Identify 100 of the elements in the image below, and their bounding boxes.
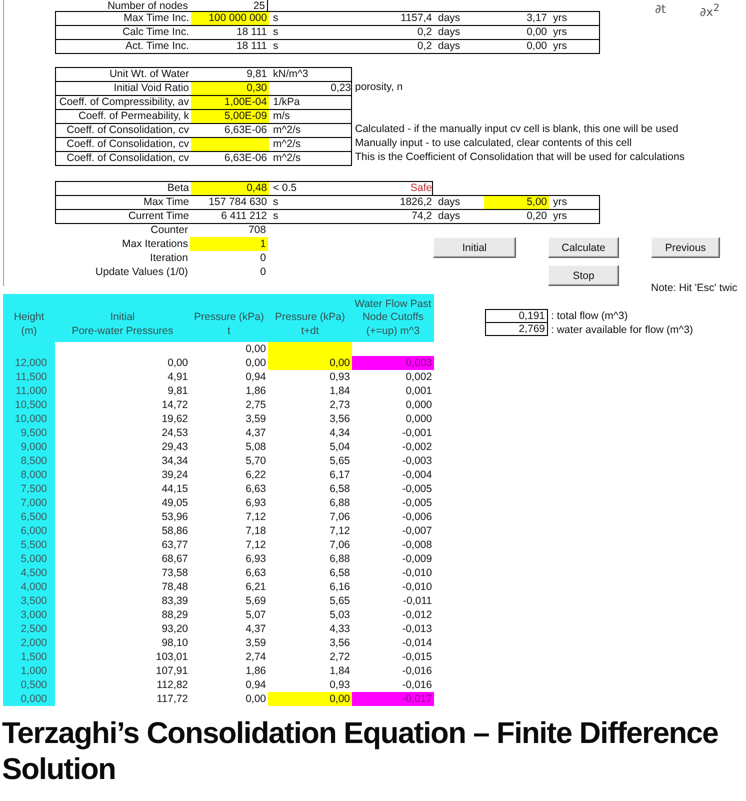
unit-label: s bbox=[272, 40, 280, 53]
row-label: Iteration bbox=[149, 251, 189, 265]
height-cell: 11,500 bbox=[3, 370, 55, 384]
table-cell-text: 7,06 bbox=[328, 510, 351, 524]
unit-label: yrs bbox=[552, 40, 568, 53]
macro-button[interactable]: Initial bbox=[433, 237, 516, 258]
height-cell: 4,500 bbox=[3, 566, 55, 580]
table-cell-text: 7,06 bbox=[328, 538, 351, 552]
row-label: Number of nodes bbox=[106, 0, 189, 12]
table-cell-text: -0,010 bbox=[401, 566, 433, 580]
table-cell-text: 3,56 bbox=[328, 412, 351, 426]
table-cell-text: 6,63 bbox=[244, 566, 267, 580]
value-text: 708 bbox=[247, 223, 267, 237]
height-cell: 2,000 bbox=[3, 636, 55, 650]
equation-text: ∂x$^{2}$ bbox=[700, 2, 720, 19]
height-cell: 6,500 bbox=[3, 510, 55, 524]
table-cell-text: -0,005 bbox=[401, 496, 433, 510]
value-cell: 2,769 bbox=[485, 323, 548, 336]
table-cell-text: 6,88 bbox=[328, 552, 351, 566]
unit-label: yrs bbox=[552, 210, 568, 223]
table-cell-text: -0,009 bbox=[401, 552, 433, 566]
value-text: 18 111 bbox=[235, 26, 268, 39]
input-cell[interactable]: 1 bbox=[190, 237, 268, 251]
table-cell-text: 4,33 bbox=[328, 622, 351, 636]
table-cell-text: 29,43 bbox=[160, 440, 189, 454]
height-cell: 3,000 bbox=[3, 608, 55, 622]
table-cell-text: -0,012 bbox=[401, 608, 433, 622]
unit-label: days bbox=[437, 210, 462, 223]
macro-button[interactable]: Calculate bbox=[548, 237, 619, 258]
row-label: Update Values (1/0) bbox=[94, 265, 189, 279]
row-label: Counter bbox=[150, 223, 189, 237]
table-cell-text: -0,001 bbox=[401, 426, 433, 440]
table-cell-text: -0,005 bbox=[401, 482, 433, 496]
table-cell-text: 117,72 bbox=[156, 692, 189, 706]
height-cell: 8,500 bbox=[3, 454, 55, 468]
value-text: 6 411 212 bbox=[220, 210, 268, 223]
column-header: Water Flow Past Node Cutoffs (+=up) m^3 bbox=[352, 294, 434, 342]
table-cell-text: 5,65 bbox=[328, 594, 351, 608]
summary-label: : total flow (m^3) bbox=[550, 310, 628, 322]
macro-button[interactable]: Stop bbox=[548, 265, 619, 286]
height-cell: 5,500 bbox=[3, 538, 55, 552]
table-cell-text: 7,12 bbox=[244, 510, 267, 524]
table-cell-text: 0,00 bbox=[244, 356, 267, 370]
unit-label: days bbox=[437, 26, 462, 39]
table-cell-text: 49,05 bbox=[160, 496, 189, 510]
table-cell-text: -0,003 bbox=[401, 454, 433, 468]
table-cell-text: 4,34 bbox=[328, 426, 351, 440]
column-header: Height (m) bbox=[3, 294, 55, 342]
table-cell-text: 39,24 bbox=[160, 468, 189, 482]
table-cell-text: 6,17 bbox=[328, 468, 351, 482]
column-header: Initial Pore-water Pressures bbox=[55, 294, 190, 342]
table-cell-text: 5,03 bbox=[328, 608, 351, 622]
table-cell-text: 88,29 bbox=[160, 608, 189, 622]
table-cell-text: 103,01 bbox=[154, 650, 189, 664]
table-cell-text: 0,00 bbox=[166, 356, 189, 370]
hint-text: Note: Hit 'Esc' twic bbox=[651, 282, 738, 294]
table-cell-text: 0,000 bbox=[404, 398, 433, 412]
table-cell-text: 5,04 bbox=[328, 440, 351, 454]
table-cell-text: -0,006 bbox=[401, 510, 433, 524]
row-label: Unit Wt. of Water bbox=[108, 68, 190, 81]
table-cell-text: 4,37 bbox=[244, 426, 267, 440]
article-title: Terzaghi’s Consolidation Equation – Finite Difference Solution bbox=[2, 716, 720, 788]
table-cell-text: 5,70 bbox=[244, 454, 267, 468]
unit-label: s bbox=[272, 210, 280, 223]
table-cell-text: 1,86 bbox=[244, 664, 267, 678]
table-cell-text: -0,002 bbox=[401, 440, 433, 454]
table-cell-text: 0,94 bbox=[244, 678, 267, 692]
table-cell-text: 6,58 bbox=[328, 566, 351, 580]
value-text: 0,00 bbox=[526, 40, 548, 53]
macro-button[interactable]: Previous bbox=[651, 237, 720, 258]
height-cell: 11,000 bbox=[3, 384, 55, 398]
height-cell: 3,500 bbox=[3, 594, 55, 608]
table-cell-text: 3,59 bbox=[244, 636, 267, 650]
table-cell-text: 5,07 bbox=[244, 608, 267, 622]
table-cell-text: 2,74 bbox=[244, 650, 267, 664]
table-cell-text: 3,59 bbox=[244, 412, 267, 426]
table-cell-text: 6,88 bbox=[328, 496, 351, 510]
height-cell: 10,000 bbox=[3, 412, 55, 426]
equation-text: ∂t bbox=[655, 2, 666, 16]
table-cell-text: 5,08 bbox=[244, 440, 267, 454]
note-text: Calculated - if the manually input cv cell is blank, this one will be used bbox=[354, 123, 680, 137]
table-cell-text: 2,72 bbox=[328, 650, 351, 664]
table-cell-text: 0,00 bbox=[244, 692, 267, 706]
table-cell-text: 6,58 bbox=[328, 482, 351, 496]
table-cell-text: 107,91 bbox=[154, 664, 189, 678]
unit-label: days bbox=[437, 40, 462, 53]
table-cell-text: 0,93 bbox=[328, 370, 351, 384]
height-cell: 9,000 bbox=[3, 440, 55, 454]
row-label: Act. Time Inc. bbox=[124, 40, 190, 53]
unit-label: s bbox=[272, 26, 280, 39]
value-text: 6,63E-06 bbox=[223, 152, 268, 165]
table-cell-text: 2,73 bbox=[328, 398, 351, 412]
table-cell-text: -0,011 bbox=[402, 594, 433, 608]
height-cell: 9,500 bbox=[3, 426, 55, 440]
table-cell-text: -0,014 bbox=[401, 636, 433, 650]
table-cell-text: 6,22 bbox=[244, 468, 267, 482]
height-cell: 12,000 bbox=[3, 356, 55, 370]
table-cell-text: -0,016 bbox=[401, 664, 433, 678]
table-cell-text: 2,75 bbox=[244, 398, 267, 412]
value-text: 0,00 bbox=[526, 26, 548, 39]
